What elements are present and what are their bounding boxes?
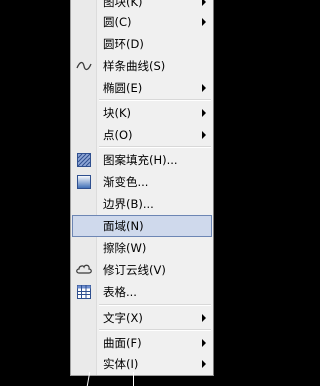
menu-item-label: 曲面(F)	[103, 336, 142, 350]
menu-item-label: 修订云线(V)	[103, 263, 166, 277]
menu-item-label: 面域(N)	[103, 219, 144, 233]
menu-item-hatch[interactable]: 图案填充(H)...	[72, 149, 212, 171]
menu-item-label: 图块(K)	[103, 0, 143, 9]
menu-item-circle[interactable]: 圆(C)	[72, 11, 212, 33]
menu-item-table[interactable]: 表格...	[72, 281, 212, 303]
submenu-arrow-icon	[202, 360, 206, 368]
menu-item-boundary[interactable]: 边界(B)...	[72, 193, 212, 215]
menu-separator	[99, 146, 211, 148]
menu-item-label: 块(K)	[103, 106, 132, 120]
menu-item-label: 椭圆(E)	[103, 81, 143, 95]
menu-item-block[interactable]: 块(K)	[72, 102, 212, 124]
menu-item-text[interactable]: 文字(X)	[72, 307, 212, 329]
menu-separator	[99, 99, 211, 101]
menu-item-ellipse[interactable]: 椭圆(E)	[72, 77, 212, 99]
table-icon	[77, 285, 91, 299]
submenu-arrow-icon	[202, 131, 206, 139]
menu-item-label: 点(O)	[103, 128, 133, 142]
submenu-arrow-icon	[202, 339, 206, 347]
menu-item-point[interactable]: 点(O)	[72, 124, 212, 146]
menu-item-label: 样条曲线(S)	[103, 59, 166, 73]
submenu-arrow-icon	[202, 0, 206, 6]
hatch-icon	[77, 153, 91, 167]
revcloud-icon	[76, 264, 92, 274]
menu-item-gradient[interactable]: 渐变色...	[72, 171, 212, 193]
menu-item-label: 圆(C)	[103, 15, 132, 29]
menu-item-label: 擦除(W)	[103, 241, 147, 255]
menu-item-label: 渐变色...	[103, 175, 149, 189]
submenu-arrow-icon	[202, 314, 206, 322]
menu-separator	[99, 329, 211, 331]
menu-item-label: 边界(B)...	[103, 197, 154, 211]
menu-item-donut[interactable]: 圆环(D)	[72, 33, 212, 55]
menu-item-wipeout[interactable]: 擦除(W)	[72, 237, 212, 259]
spline-icon	[76, 61, 92, 71]
menu-item-spline[interactable]: 样条曲线(S)	[72, 55, 212, 77]
submenu-arrow-icon	[202, 84, 206, 92]
menu-item-label: 表格...	[103, 285, 137, 299]
menu-item-label: 实体(I)	[103, 357, 139, 371]
menu-item-label: 文字(X)	[103, 311, 143, 325]
menu-item-revcloud[interactable]: 修订云线(V)	[72, 259, 212, 281]
menu-item-label: 圆环(D)	[103, 37, 144, 51]
submenu-arrow-icon	[202, 18, 206, 26]
gradient-icon	[77, 175, 91, 189]
menu-item-label: 图案填充(H)...	[103, 153, 178, 167]
draw-menu: 图块(K) 圆(C) 圆环(D) 样条曲线(S) 椭圆(E) 块(K) 点(O)…	[70, 0, 214, 376]
menu-item-region[interactable]: 面域(N)	[72, 215, 212, 237]
menu-separator	[99, 304, 211, 306]
menu-item-surface[interactable]: 曲面(F)	[72, 332, 212, 354]
submenu-arrow-icon	[202, 109, 206, 117]
